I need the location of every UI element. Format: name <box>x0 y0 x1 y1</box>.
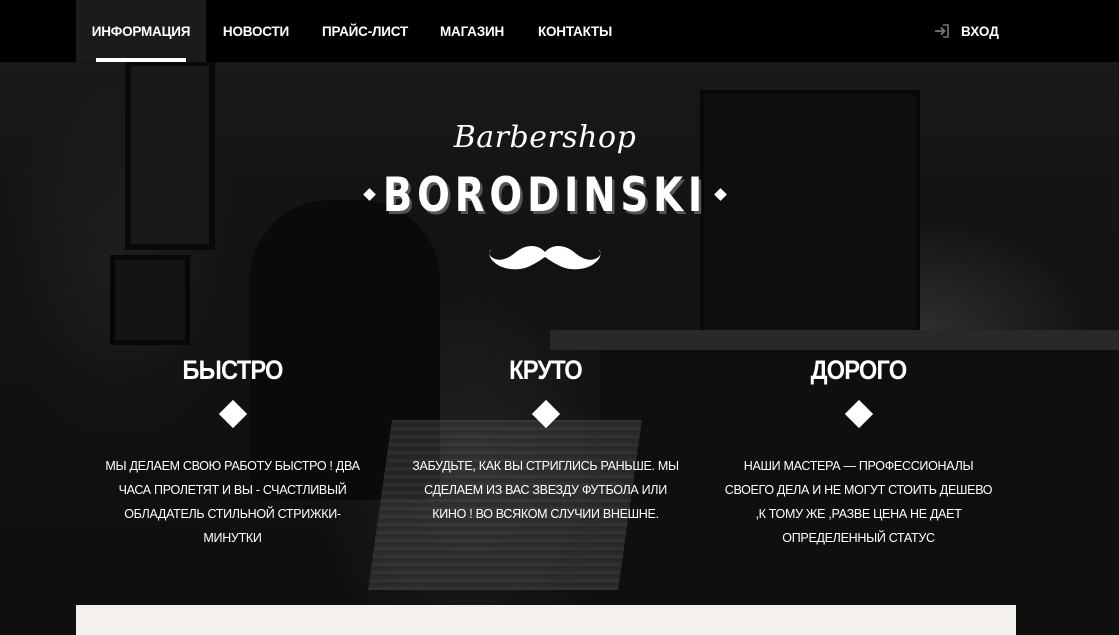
feature-title: БЫСТРО <box>182 355 283 385</box>
logo-title: BORODINSKI <box>382 168 708 223</box>
mustache-icon <box>489 246 601 270</box>
features-section: БЫСТРО МЫ ДЕЛАЕМ СВОЮ РАБОТУ БЫСТРО ! ДВ… <box>76 350 1016 545</box>
top-navigation-bar: ИНФОРМАЦИЯ НОВОСТИ ПРАЙС-ЛИСТ МАГАЗИН КО… <box>0 0 1119 62</box>
barbershop-logo: Barbershop BORODINSKI <box>340 110 750 290</box>
feature-cool: КРУТО ЗАБУДЬТЕ, КАК ВЫ СТРИГЛИСЬ РАНЬШЕ.… <box>389 350 702 530</box>
logo-script-text: Barbershop <box>453 120 637 155</box>
diamond-icon <box>218 399 247 429</box>
feature-description: ЗАБУДЬТЕ, КАК ВЫ СТРИГЛИСЬ РАНЬШЕ. МЫ СД… <box>412 459 679 521</box>
sign-in-icon <box>935 24 949 38</box>
nav-item-contacts[interactable]: КОНТАКТЫ <box>520 0 630 62</box>
feature-title: ДОРОГО <box>810 355 908 385</box>
feature-fast: БЫСТРО МЫ ДЕЛАЕМ СВОЮ РАБОТУ БЫСТРО ! ДВ… <box>76 350 389 545</box>
login-link[interactable]: ВХОД <box>934 0 999 62</box>
diamond-icon <box>531 399 560 429</box>
main-menu: ИНФОРМАЦИЯ НОВОСТИ ПРАЙС-ЛИСТ МАГАЗИН КО… <box>76 0 630 62</box>
nav-item-shop[interactable]: МАГАЗИН <box>424 0 520 62</box>
nav-item-price-list[interactable]: ПРАЙС-ЛИСТ <box>306 0 424 62</box>
diamond-icon <box>844 399 873 429</box>
feature-expensive: ДОРОГО НАШИ МАСТЕРА — ПРОФЕССИОНАЛЫ СВОЕ… <box>702 350 1015 545</box>
diamond-ornament-icon <box>714 188 727 201</box>
nav-item-news[interactable]: НОВОСТИ <box>206 0 306 62</box>
content-panel-top-edge <box>76 605 1016 635</box>
login-label: ВХОД <box>961 23 999 39</box>
feature-description: НАШИ МАСТЕРА — ПРОФЕССИОНАЛЫ СВОЕГО ДЕЛА… <box>724 459 993 545</box>
nav-item-information[interactable]: ИНФОРМАЦИЯ <box>76 0 206 62</box>
feature-title: КРУТО <box>509 355 583 385</box>
diamond-ornament-icon <box>363 188 376 201</box>
feature-description: МЫ ДЕЛАЕМ СВОЮ РАБОТУ БЫСТРО ! ДВА ЧАСА … <box>105 459 360 545</box>
